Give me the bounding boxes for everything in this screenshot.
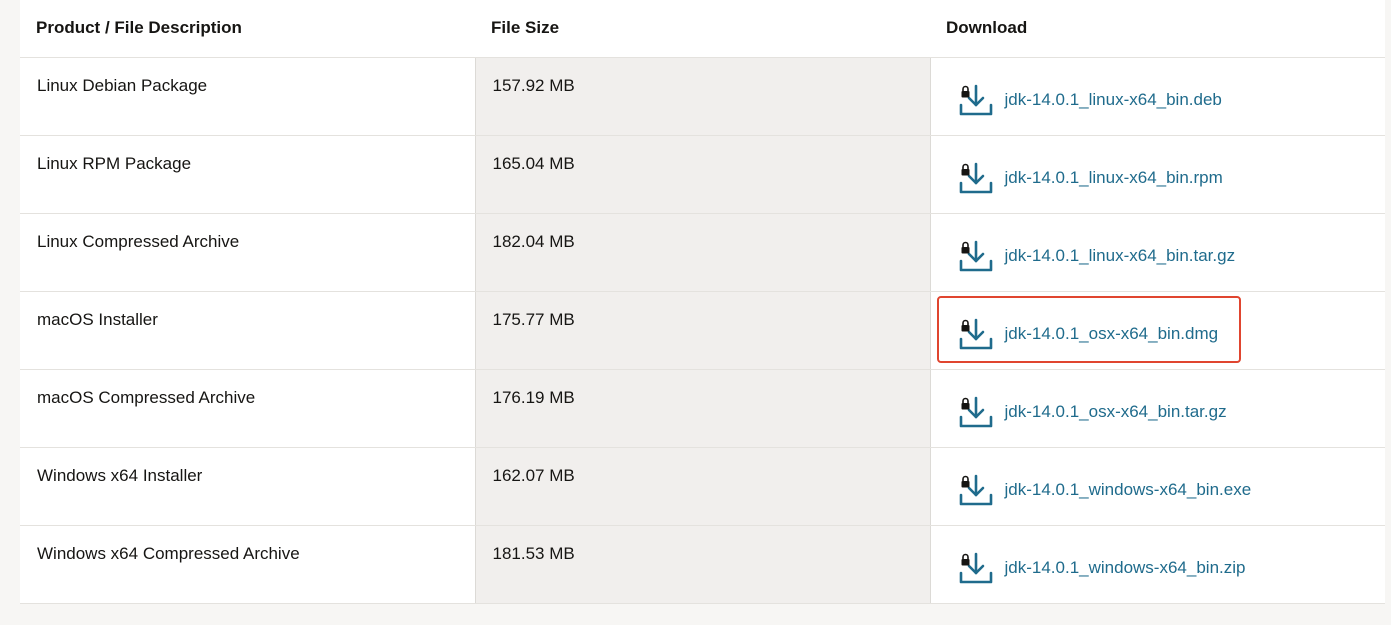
download-link[interactable]: jdk-14.0.1_linux-x64_bin.rpm: [959, 158, 1223, 198]
header-file-size: File Size: [475, 0, 930, 58]
lock-download-icon: [959, 84, 993, 116]
product-cell: Windows x64 Compressed Archive: [20, 525, 475, 604]
file-size-cell: 165.04 MB: [474, 135, 931, 214]
download-cell: jdk-14.0.1_linux-x64_bin.rpm: [930, 135, 1385, 214]
lock-download-icon: [959, 240, 993, 272]
jdk-downloads-page: Product / File Description File Size Dow…: [0, 0, 1391, 625]
download-cell: jdk-14.0.1_osx-x64_bin.dmg: [930, 291, 1385, 370]
download-link[interactable]: jdk-14.0.1_windows-x64_bin.zip: [959, 548, 1246, 588]
download-filename: jdk-14.0.1_linux-x64_bin.tar.gz: [1004, 245, 1236, 265]
file-size-cell: 157.92 MB: [474, 57, 931, 136]
download-cell: jdk-14.0.1_linux-x64_bin.deb: [930, 57, 1385, 136]
table-header: Product / File Description File Size Dow…: [20, 0, 1385, 58]
lock-download-icon: [959, 396, 993, 428]
downloads-table-container: Product / File Description File Size Dow…: [20, 0, 1385, 604]
download-filename: jdk-14.0.1_osx-x64_bin.tar.gz: [1004, 401, 1227, 421]
product-cell: Linux Debian Package: [20, 57, 475, 136]
product-cell: Linux RPM Package: [20, 135, 475, 214]
download-link[interactable]: jdk-14.0.1_osx-x64_bin.dmg: [959, 314, 1219, 354]
lock-download-icon: [959, 162, 993, 194]
table-body: Linux Debian Package 157.92 MB jdk-14.0.…: [20, 57, 1385, 604]
file-size-cell: 175.77 MB: [474, 291, 931, 370]
download-link[interactable]: jdk-14.0.1_linux-x64_bin.tar.gz: [959, 236, 1236, 276]
download-cell: jdk-14.0.1_windows-x64_bin.zip: [930, 525, 1385, 604]
product-cell: Windows x64 Installer: [20, 447, 475, 526]
header-product: Product / File Description: [20, 0, 475, 58]
product-cell: macOS Compressed Archive: [20, 369, 475, 448]
download-link[interactable]: jdk-14.0.1_osx-x64_bin.tar.gz: [959, 392, 1227, 432]
download-link[interactable]: jdk-14.0.1_linux-x64_bin.deb: [959, 80, 1222, 120]
product-cell: macOS Installer: [20, 291, 475, 370]
table-row: Linux Debian Package 157.92 MB jdk-14.0.…: [20, 57, 1385, 136]
table-row: Windows x64 Installer 162.07 MB jdk-14.0…: [20, 447, 1385, 526]
download-filename: jdk-14.0.1_linux-x64_bin.rpm: [1004, 167, 1223, 187]
lock-download-icon: [959, 552, 993, 584]
file-size-cell: 182.04 MB: [474, 213, 931, 292]
download-filename: jdk-14.0.1_linux-x64_bin.deb: [1004, 89, 1222, 109]
header-download: Download: [930, 0, 1385, 58]
download-cell: jdk-14.0.1_windows-x64_bin.exe: [930, 447, 1385, 526]
download-filename: jdk-14.0.1_windows-x64_bin.exe: [1004, 479, 1252, 499]
download-filename: jdk-14.0.1_osx-x64_bin.dmg: [1004, 323, 1219, 343]
product-cell: Linux Compressed Archive: [20, 213, 475, 292]
download-link[interactable]: jdk-14.0.1_windows-x64_bin.exe: [959, 470, 1252, 510]
download-cell: jdk-14.0.1_osx-x64_bin.tar.gz: [930, 369, 1385, 448]
table-row: macOS Installer 175.77 MB jdk-14.0.1_osx…: [20, 291, 1385, 370]
download-filename: jdk-14.0.1_windows-x64_bin.zip: [1004, 557, 1246, 577]
download-cell: jdk-14.0.1_linux-x64_bin.tar.gz: [930, 213, 1385, 292]
table-row: Linux RPM Package 165.04 MB jdk-14.0.1_l…: [20, 135, 1385, 214]
lock-download-icon: [959, 474, 993, 506]
lock-download-icon: [959, 318, 993, 350]
file-size-cell: 176.19 MB: [474, 369, 931, 448]
table-row: Linux Compressed Archive 182.04 MB jdk-1…: [20, 213, 1385, 292]
header-row: Product / File Description File Size Dow…: [20, 0, 1385, 58]
downloads-table: Product / File Description File Size Dow…: [20, 0, 1385, 604]
table-row: Windows x64 Compressed Archive 181.53 MB: [20, 525, 1385, 604]
file-size-cell: 162.07 MB: [474, 447, 931, 526]
table-row: macOS Compressed Archive 176.19 MB jdk-1…: [20, 369, 1385, 448]
file-size-cell: 181.53 MB: [474, 525, 931, 604]
